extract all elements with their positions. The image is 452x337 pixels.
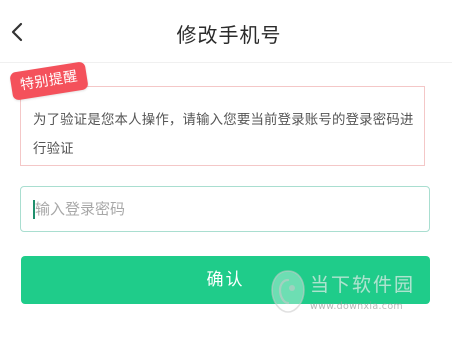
confirm-button[interactable]: 确认 [21,256,430,304]
password-field[interactable] [20,186,430,232]
page-title: 修改手机号 [176,23,282,47]
notice-text: 为了验证是您本人操作，请输入您要当前登录账号的登录密码进行验证 [33,113,414,157]
top-bar: 修改手机号 [0,0,452,63]
password-input[interactable] [35,187,415,231]
